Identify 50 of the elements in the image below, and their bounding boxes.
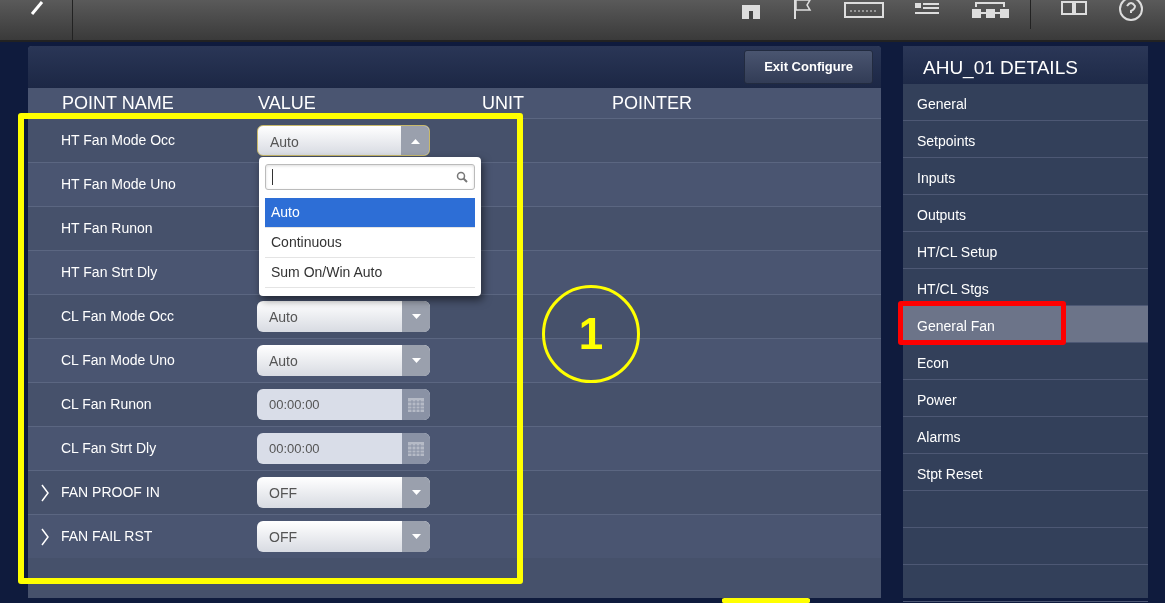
sidebar-item[interactable]: General [903,84,1148,121]
column-header: UNIT [482,91,524,115]
sidebar-item[interactable]: HT/CL Setup [903,232,1148,269]
sidebar-item[interactable]: General Fan [903,306,1148,343]
column-header: VALUE [258,91,316,115]
time-field[interactable]: 00:00:00 [257,389,430,420]
search-field[interactable] [265,164,475,190]
sidebar-item[interactable]: Inputs [903,158,1148,195]
details-title: AHU_01 DETAILS [903,46,1148,84]
chevron-right-icon[interactable] [40,483,49,502]
sidebar-item[interactable]: Econ [903,343,1148,380]
dropdown-option[interactable]: Auto [265,198,475,228]
sidebar-item[interactable]: Setpoints [903,121,1148,158]
value-dropdown[interactable]: OFF [257,477,430,508]
value-dropdown[interactable]: OFF [257,521,430,552]
caret-down-icon[interactable] [411,489,421,496]
column-header: POINT NAME [62,91,174,115]
point-name: FAN PROOF IN [61,483,161,502]
point-name: HT Fan Mode Uno [61,175,177,194]
point-name: HT Fan Mode Occ [61,131,177,150]
caret-down-icon[interactable] [411,533,421,540]
exit-configure-button[interactable]: Exit Configure [744,50,873,84]
point-name: CL Fan Mode Occ [61,307,176,326]
caret-down-icon[interactable] [411,313,421,320]
chevron-right-icon[interactable] [40,527,49,546]
point-name: CL Fan Runon [61,395,153,414]
network-icon[interactable] [970,0,1010,21]
time-field[interactable]: 00:00:00 [257,433,430,464]
column-header: POINTER [612,91,692,115]
point-name: HT Fan Runon [61,219,154,238]
point-name: HT Fan Strt Dly [61,263,159,282]
value-dropdown[interactable]: Auto [257,301,430,332]
keyboard-icon[interactable] [844,0,884,21]
point-name: CL Fan Strt Dly [61,439,158,458]
step-number-callout: 1 [542,285,640,383]
help-icon[interactable] [1117,0,1145,21]
caret-down-icon[interactable] [411,357,421,364]
dropdown-option[interactable]: Continuous [265,228,475,258]
value-dropdown[interactable]: Auto [257,345,430,376]
sidebar-item[interactable]: Outputs [903,195,1148,232]
caret-up-icon[interactable] [410,137,420,144]
dropdown-option[interactable]: Sum On/Win Auto [265,258,475,288]
sidebar-item[interactable]: Power [903,380,1148,417]
search-icon [456,171,468,183]
value-dropdown[interactable]: Auto [257,125,430,156]
point-name: FAN FAIL RST [61,527,154,546]
sidebar-item[interactable]: Stpt Reset [903,454,1148,491]
flag-icon[interactable] [792,0,814,21]
point-name: CL Fan Mode Uno [61,351,176,370]
sidebar-item[interactable]: Alarms [903,417,1148,454]
